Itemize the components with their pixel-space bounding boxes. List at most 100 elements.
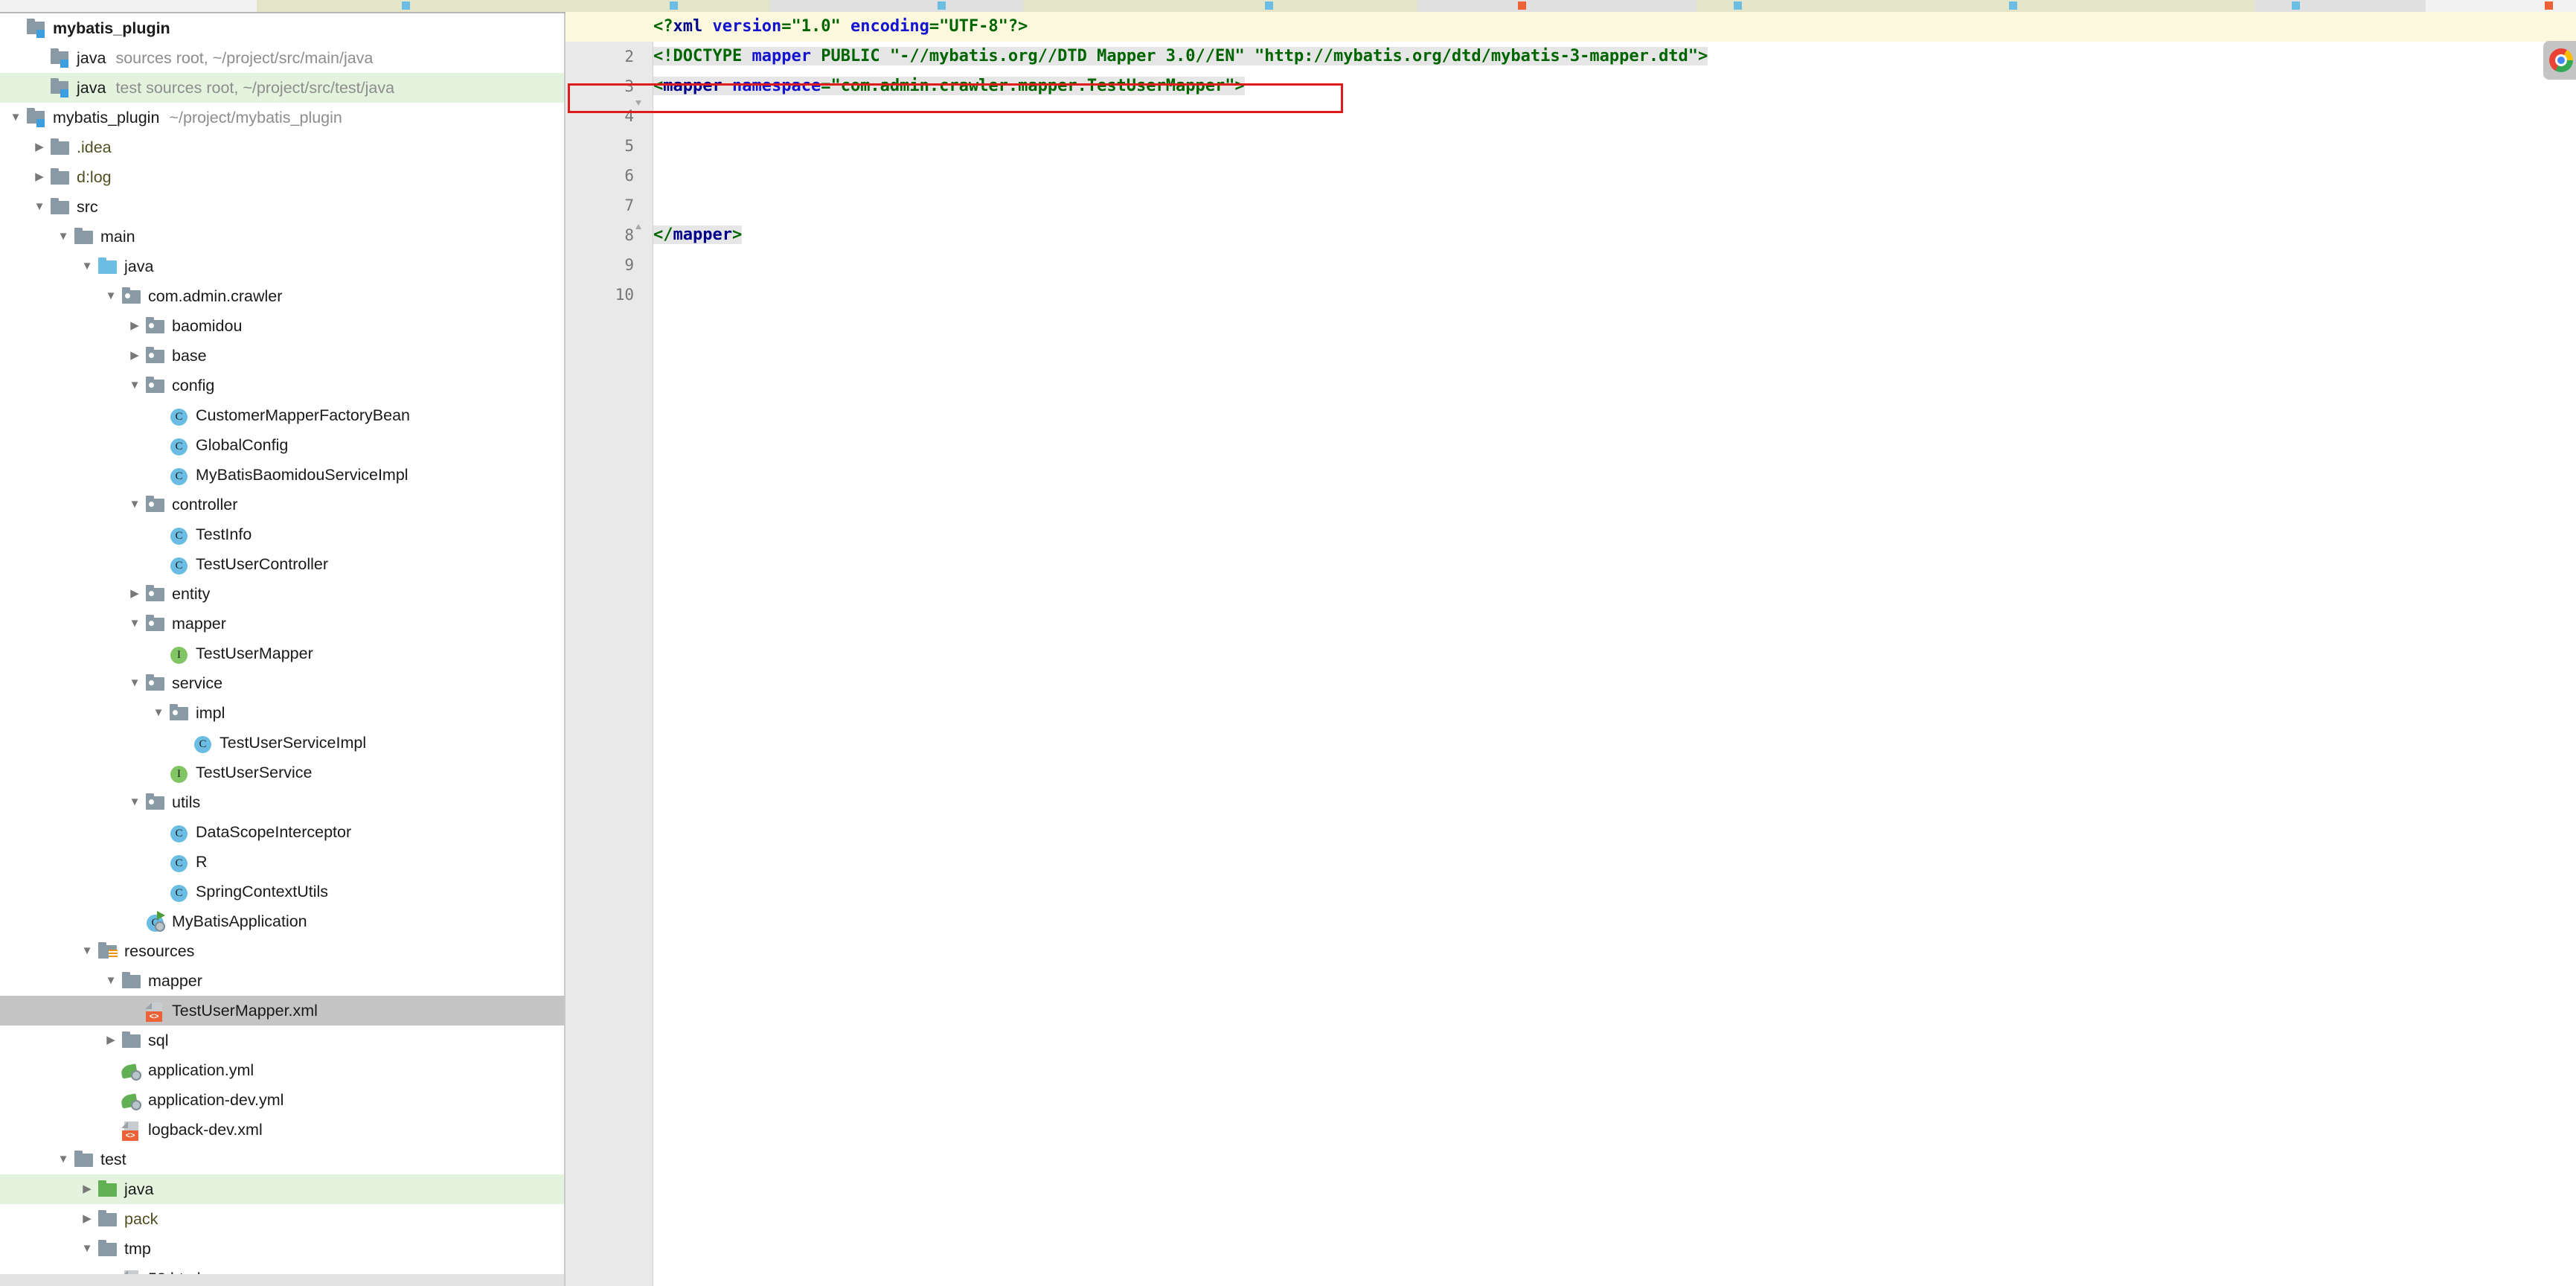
tree-row[interactable]: ▼ src <box>0 192 565 222</box>
chevron-right-icon[interactable]: ▶ <box>125 341 144 371</box>
tree-row[interactable]: mybatis_plugin <box>0 13 565 43</box>
chevron-right-icon[interactable]: ▶ <box>125 311 144 341</box>
tree-row[interactable]: ▼ utils <box>0 787 565 817</box>
tree-row[interactable]: java sources root, ~/project/src/main/jav… <box>0 43 565 73</box>
gutter-line-number[interactable]: 10 <box>567 280 634 310</box>
tree-row[interactable]: C DataScopeInterceptor <box>0 817 565 847</box>
tree-row[interactable]: ▶ baomidou <box>0 311 565 341</box>
editor-tab[interactable] <box>0 0 257 12</box>
editor-tab[interactable] <box>2255 0 2426 12</box>
tree-row[interactable]: ▶ d:log <box>0 162 565 192</box>
code-line[interactable]: <!DOCTYPE mapper PUBLIC "-//mybatis.org/… <box>653 42 1708 71</box>
chevron-right-icon[interactable]: ▶ <box>77 1204 97 1234</box>
code-editor[interactable]: 12345678910 <?xml version="1.0" encoding… <box>565 12 2576 1286</box>
chevron-down-icon[interactable]: ▼ <box>125 371 144 400</box>
chevron-right-icon[interactable]: ▶ <box>101 1026 121 1055</box>
editor-tab[interactable] <box>1220 0 1417 12</box>
tree-row[interactable]: C CustomerMapperFactoryBean <box>0 400 565 430</box>
tree-row[interactable]: <> logback-dev.xml <box>0 1115 565 1145</box>
tree-row[interactable]: ▶ java <box>0 1174 565 1204</box>
tree-row[interactable]: application.yml <box>0 1055 565 1085</box>
tree-row[interactable]: ▶ sql <box>0 1026 565 1055</box>
tree-row[interactable]: ▼ config <box>0 371 565 400</box>
tree-row[interactable]: ▼ java <box>0 252 565 281</box>
tree-row[interactable]: C TestUserController <box>0 549 565 579</box>
editor-tab[interactable] <box>2009 0 2255 12</box>
editor-tab[interactable] <box>1417 0 1696 12</box>
tree-row[interactable]: ▼ resources <box>0 936 565 966</box>
tree-row[interactable]: ▶ entity <box>0 579 565 609</box>
tree-row[interactable]: C TestUserServiceImpl <box>0 728 565 758</box>
editor-tab[interactable] <box>1696 0 2009 12</box>
tree-row[interactable]: I TestUserService <box>0 758 565 787</box>
chevron-down-icon[interactable]: ▼ <box>125 609 144 639</box>
tree-row[interactable]: CR <box>0 847 565 877</box>
chevron-down-icon[interactable]: ▼ <box>101 966 121 996</box>
tree-row[interactable]: C MyBatisApplication <box>0 906 565 936</box>
tree-row[interactable]: ▼ mapper <box>0 966 565 996</box>
tree-row[interactable]: application-dev.yml <box>0 1085 565 1115</box>
tree-row[interactable]: ▼ mybatis_plugin ~/project/mybatis_plugin <box>0 103 565 132</box>
code-line[interactable]: <?xml version="1.0" encoding="UTF-8"?> <box>653 12 1028 42</box>
tree-row[interactable]: ▼ com.admin.crawler <box>0 281 565 311</box>
editor-tab-strip[interactable] <box>0 0 2576 12</box>
tree-row[interactable]: ▼ mapper <box>0 609 565 639</box>
chevron-right-icon[interactable]: ▶ <box>77 1174 97 1204</box>
tree-row[interactable]: C TestInfo <box>0 519 565 549</box>
tree-row[interactable]: C MyBatisBaomidouServiceImpl <box>0 460 565 490</box>
tree-row[interactable]: ▶ .idea <box>0 132 565 162</box>
chevron-down-icon[interactable]: ▼ <box>125 668 144 698</box>
chevron-down-icon[interactable]: ▼ <box>54 222 73 252</box>
fold-close-icon[interactable] <box>629 224 647 247</box>
class-icon: C <box>168 880 190 903</box>
chevron-right-icon[interactable]: ▶ <box>30 162 49 192</box>
tree-row[interactable]: java test sources root, ~/project/src/tes… <box>0 73 565 103</box>
gutter-line-number[interactable]: 7 <box>567 191 634 220</box>
gutter-line-number[interactable]: 2 <box>567 42 634 71</box>
editor-tab[interactable] <box>513 0 770 12</box>
tree-row[interactable]: H 58.html <box>0 1264 565 1274</box>
project-tool-window[interactable]: mybatis_plugin java sources root, ~/projec… <box>0 13 565 1274</box>
gutter-line-number[interactable]: 9 <box>567 250 634 280</box>
editor-tab[interactable] <box>1023 0 1220 12</box>
tree-row[interactable]: ▼ impl <box>0 698 565 728</box>
chevron-down-icon[interactable]: ▼ <box>77 252 97 281</box>
gutter-line-number[interactable]: 4 <box>567 101 634 131</box>
gutter-line-number[interactable]: 5 <box>567 131 634 161</box>
chevron-down-icon[interactable]: ▼ <box>125 490 144 519</box>
tree-row[interactable]: ▶ pack <box>0 1204 565 1234</box>
editor-code-area[interactable]: <?xml version="1.0" encoding="UTF-8"?> <!… <box>565 12 2576 1286</box>
chevron-down-icon[interactable]: ▼ <box>77 1234 97 1264</box>
chevron-down-icon[interactable]: ▼ <box>6 103 25 132</box>
chrome-browser-chip[interactable] <box>2543 41 2576 80</box>
code-line[interactable]: </mapper> <box>653 220 743 250</box>
chevron-down-icon[interactable]: ▼ <box>125 787 144 817</box>
chevron-down-icon[interactable]: ▼ <box>149 698 168 728</box>
tree-row[interactable]: ▶ base <box>0 341 565 371</box>
chevron-right-icon[interactable]: ▶ <box>125 579 144 609</box>
code-line[interactable]: <mapper namespace="com.admin.crawler.map… <box>653 71 1245 101</box>
tree-row[interactable]: C SpringContextUtils <box>0 877 565 906</box>
editor-tab[interactable] <box>2426 0 2576 12</box>
chevron-down-icon[interactable]: ▼ <box>77 936 97 966</box>
editor-tab[interactable] <box>770 0 1023 12</box>
tree-row[interactable]: ▼ main <box>0 222 565 252</box>
code-token: ?> <box>1007 17 1028 36</box>
tree-row[interactable]: ▼ controller <box>0 490 565 519</box>
tree-row[interactable]: I TestUserMapper <box>0 639 565 668</box>
chevron-down-icon[interactable]: ▼ <box>54 1145 73 1174</box>
gutter-line-number[interactable]: 8 <box>567 220 634 250</box>
tree-row[interactable]: ▼ test <box>0 1145 565 1174</box>
editor-tab[interactable] <box>257 0 513 12</box>
editor-gutter[interactable]: 12345678910 <box>565 12 653 1286</box>
tree-row[interactable]: <> TestUserMapper.xml <box>0 996 565 1026</box>
chevron-down-icon[interactable]: ▼ <box>101 281 121 311</box>
gutter-line-number[interactable]: 6 <box>567 161 634 191</box>
tree-row[interactable]: ▼ tmp <box>0 1234 565 1264</box>
chevron-down-icon[interactable]: ▼ <box>30 192 49 222</box>
chevron-right-icon[interactable]: ▶ <box>30 132 49 162</box>
fold-open-icon[interactable] <box>629 85 647 106</box>
tree-row[interactable]: C GlobalConfig <box>0 430 565 460</box>
gutter-line-number[interactable]: 3 <box>567 71 634 101</box>
tree-row[interactable]: ▼ service <box>0 668 565 698</box>
